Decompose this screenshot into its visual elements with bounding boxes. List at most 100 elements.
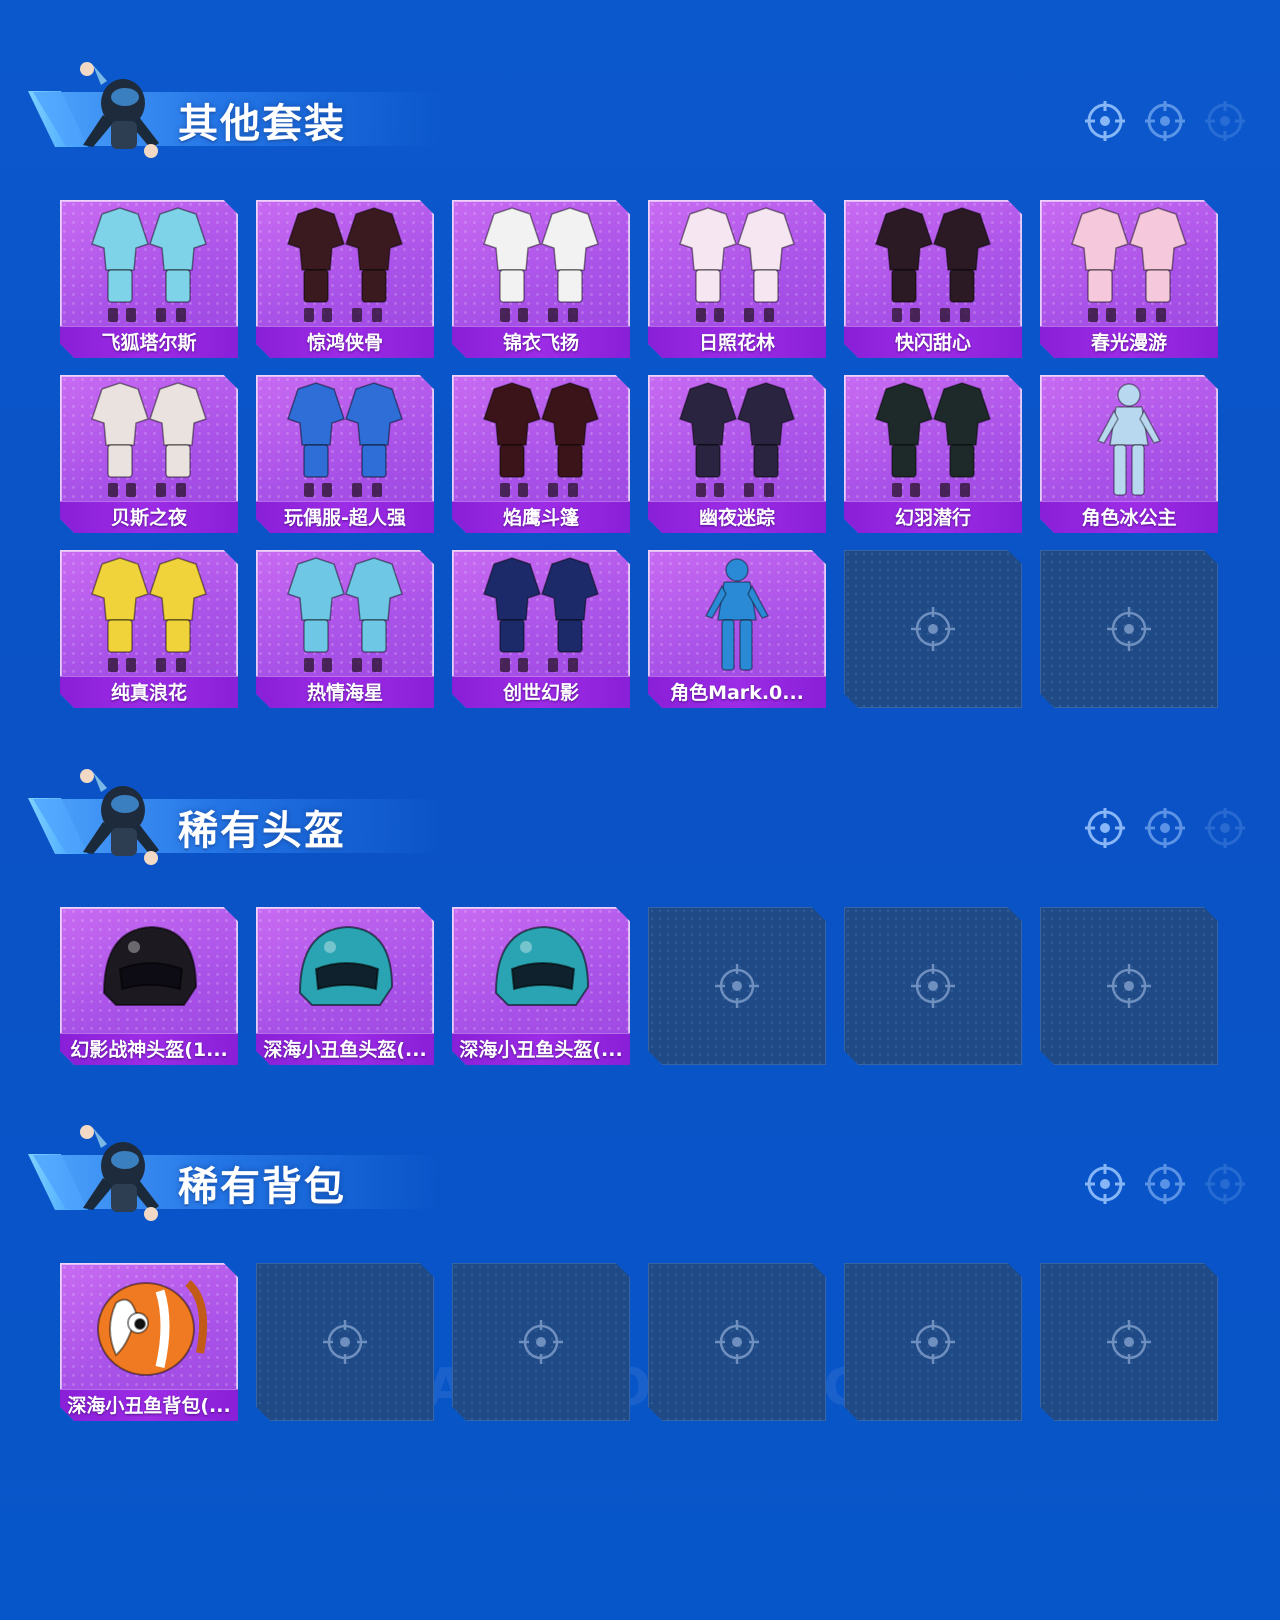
item-name: 锦衣飞扬 bbox=[452, 326, 630, 358]
crosshair-decorations bbox=[1084, 1163, 1246, 1205]
item-name: 飞狐塔尔斯 bbox=[60, 326, 238, 358]
empty-item-slot bbox=[844, 1263, 1022, 1421]
item-name: 焰鹰斗篷 bbox=[452, 501, 630, 533]
item-name: 快闪甜心 bbox=[844, 326, 1022, 358]
outfit-icon bbox=[287, 557, 403, 672]
outfit-icon bbox=[91, 557, 207, 672]
section-header: 稀有背包 bbox=[28, 1118, 1268, 1228]
item-card[interactable]: 创世幻影 bbox=[452, 550, 630, 708]
skydiver-mascot-icon bbox=[80, 1125, 159, 1221]
item-card[interactable]: 飞狐塔尔斯 bbox=[60, 200, 238, 358]
item-card[interactable]: 角色Mark.0... bbox=[648, 550, 826, 708]
outfit-icon bbox=[1071, 207, 1187, 322]
item-card[interactable]: 惊鸿侠骨 bbox=[256, 200, 434, 358]
item-name: 春光漫游 bbox=[1040, 326, 1218, 358]
outfit-icon bbox=[483, 382, 599, 497]
section-title: 其他套装 bbox=[178, 101, 346, 147]
item-name: 玩偶服-超人强 bbox=[256, 501, 434, 533]
empty-slot-icon bbox=[911, 964, 955, 1008]
item-name: 热情海星 bbox=[256, 676, 434, 708]
item-card[interactable]: 深海小丑鱼背包(... bbox=[60, 1263, 238, 1421]
item-card[interactable]: 日照花林 bbox=[648, 200, 826, 358]
outfit-icon bbox=[287, 207, 403, 322]
crosshair-icon bbox=[1205, 808, 1245, 848]
empty-item-slot bbox=[452, 1263, 630, 1421]
item-card[interactable]: 贝斯之夜 bbox=[60, 375, 238, 533]
item-name: 贝斯之夜 bbox=[60, 501, 238, 533]
empty-item-slot bbox=[1040, 550, 1218, 708]
outfit-icon bbox=[679, 382, 795, 497]
item-card[interactable]: 幽夜迷踪 bbox=[648, 375, 826, 533]
crosshair-icon bbox=[1205, 1164, 1245, 1204]
item-grid: 幻影战神头盔(1... 深海小丑鱼头盔(... 深海小丑鱼头盔(... bbox=[60, 907, 1220, 1067]
empty-item-slot bbox=[648, 1263, 826, 1421]
crosshair-icon bbox=[1085, 101, 1125, 141]
section-header: 其他套装 bbox=[28, 55, 1268, 165]
crosshair-icon bbox=[1205, 101, 1245, 141]
item-card[interactable]: 焰鹰斗篷 bbox=[452, 375, 630, 533]
item-card[interactable]: 角色冰公主 bbox=[1040, 375, 1218, 533]
item-name: 深海小丑鱼头盔(... bbox=[452, 1033, 630, 1065]
outfit-icon bbox=[875, 382, 991, 497]
item-card[interactable]: 热情海星 bbox=[256, 550, 434, 708]
empty-slot-icon bbox=[911, 1320, 955, 1364]
item-name: 幽夜迷踪 bbox=[648, 501, 826, 533]
section-rare-backpacks: 稀有背包 深海小丑鱼背包(... bbox=[0, 1118, 1280, 1438]
crosshair-icon bbox=[1085, 1164, 1125, 1204]
outfit-icon bbox=[483, 207, 599, 322]
item-card[interactable]: 春光漫游 bbox=[1040, 200, 1218, 358]
empty-slot-icon bbox=[715, 1320, 759, 1364]
empty-slot-icon bbox=[519, 1320, 563, 1364]
empty-item-slot bbox=[648, 907, 826, 1065]
crosshair-icon bbox=[1145, 808, 1185, 848]
item-card[interactable]: 玩偶服-超人强 bbox=[256, 375, 434, 533]
crosshair-icon bbox=[1085, 808, 1125, 848]
crosshair-icon bbox=[1145, 101, 1185, 141]
item-name: 日照花林 bbox=[648, 326, 826, 358]
helmet-icon bbox=[298, 925, 394, 1006]
outfit-icon bbox=[483, 557, 599, 672]
item-name: 纯真浪花 bbox=[60, 676, 238, 708]
section-other-outfits: 其他套装 飞狐塔尔斯 惊鸿侠骨 锦衣飞扬 日照花林 快闪甜心 春光漫游 贝斯之夜… bbox=[0, 55, 1280, 708]
item-card[interactable]: 幻羽潜行 bbox=[844, 375, 1022, 533]
crosshair-decorations bbox=[1084, 100, 1246, 142]
empty-slot-icon bbox=[715, 964, 759, 1008]
empty-item-slot bbox=[256, 1263, 434, 1421]
outfit-icon bbox=[91, 207, 207, 322]
empty-slot-icon bbox=[1107, 607, 1151, 651]
item-card[interactable]: 快闪甜心 bbox=[844, 200, 1022, 358]
empty-slot-icon bbox=[323, 1320, 367, 1364]
empty-item-slot bbox=[1040, 1263, 1218, 1421]
item-name: 幻羽潜行 bbox=[844, 501, 1022, 533]
item-grid: 飞狐塔尔斯 惊鸿侠骨 锦衣飞扬 日照花林 快闪甜心 春光漫游 贝斯之夜 玩偶服-… bbox=[60, 200, 1220, 708]
helmet-icon bbox=[102, 925, 198, 1006]
item-card[interactable]: 深海小丑鱼头盔(... bbox=[256, 907, 434, 1065]
item-name: 深海小丑鱼背包(... bbox=[60, 1389, 238, 1421]
empty-item-slot bbox=[844, 907, 1022, 1065]
empty-slot-icon bbox=[1107, 1320, 1151, 1364]
item-name: 角色Mark.0... bbox=[648, 676, 826, 708]
empty-slot-icon bbox=[911, 607, 955, 651]
helmet-icon bbox=[494, 925, 590, 1006]
section-title: 稀有背包 bbox=[178, 1164, 346, 1210]
item-card[interactable]: 深海小丑鱼头盔(... bbox=[452, 907, 630, 1065]
character-icon bbox=[1096, 383, 1162, 496]
item-grid: 深海小丑鱼背包(... bbox=[60, 1263, 1220, 1423]
skydiver-mascot-icon bbox=[80, 769, 159, 865]
item-card[interactable]: 幻影战神头盔(1... bbox=[60, 907, 238, 1065]
outfit-icon bbox=[287, 382, 403, 497]
skydiver-mascot-icon bbox=[80, 62, 159, 158]
section-title: 稀有头盔 bbox=[178, 808, 346, 854]
item-name: 幻影战神头盔(1... bbox=[60, 1033, 238, 1065]
item-card[interactable]: 锦衣飞扬 bbox=[452, 200, 630, 358]
item-name: 深海小丑鱼头盔(... bbox=[256, 1033, 434, 1065]
empty-item-slot bbox=[844, 550, 1022, 708]
section-header: 稀有头盔 bbox=[28, 762, 1268, 872]
item-name: 惊鸿侠骨 bbox=[256, 326, 434, 358]
backpack-icon bbox=[97, 1280, 208, 1376]
section-rare-helmets: 稀有头盔 幻影战神头盔(1... 深海小丑鱼头盔(... 深海小丑鱼头盔(... bbox=[0, 762, 1280, 1082]
crosshair-icon bbox=[1145, 1164, 1185, 1204]
character-icon bbox=[704, 558, 770, 671]
item-card[interactable]: 纯真浪花 bbox=[60, 550, 238, 708]
outfit-icon bbox=[679, 207, 795, 322]
